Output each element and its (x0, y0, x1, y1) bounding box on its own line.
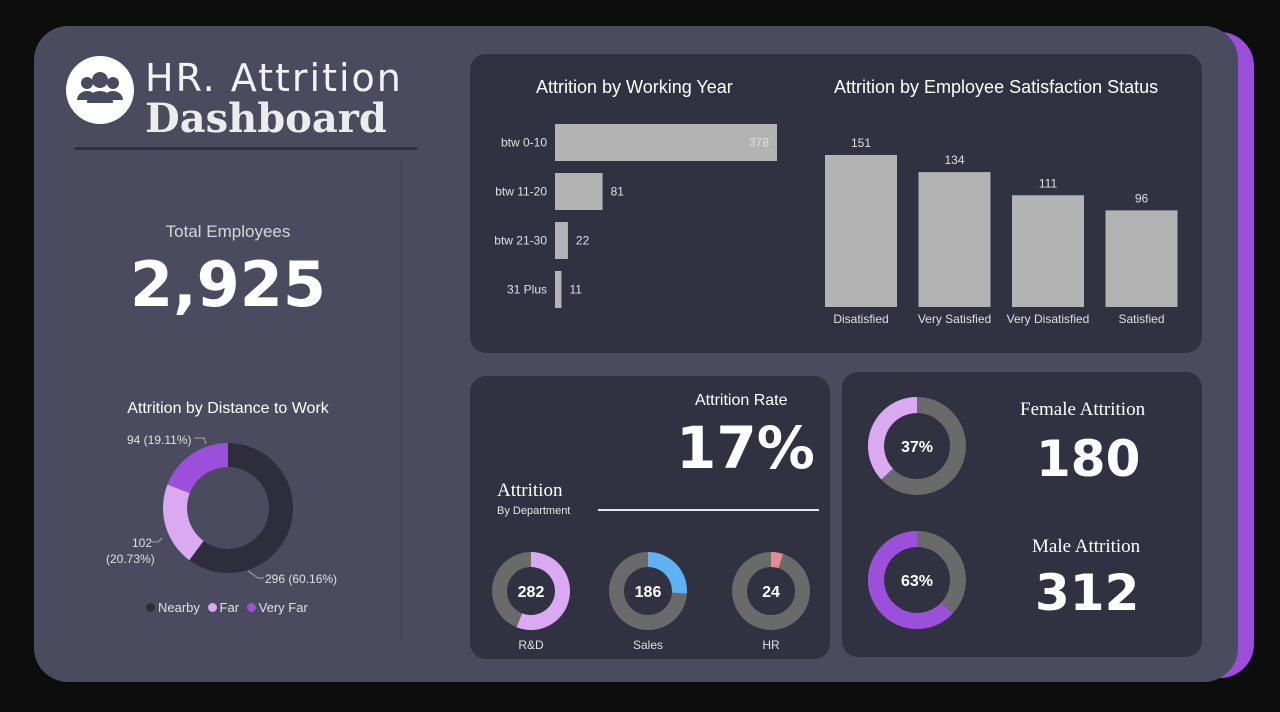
working-year-tick-label: btw 0-10 (501, 136, 547, 150)
working-year-tick-label: btw 11-20 (495, 185, 547, 199)
satisfaction-value-label: 151 (851, 136, 871, 150)
logo-title: HR. Attrition (145, 56, 403, 100)
department-title: Attrition (497, 480, 563, 501)
legend-label-very-far: Very Far (258, 600, 308, 615)
working-year-value-label: 81 (611, 185, 625, 199)
distance-slice-far (163, 484, 204, 561)
legend-label-far: Far (219, 600, 240, 615)
working-year-value-label: 378 (749, 136, 769, 150)
satisfaction-tick-label: Disatisfied (833, 312, 888, 326)
working-year-bar (555, 124, 777, 161)
working-year-bar-chart: btw 0-10 378 btw 11-20 81 btw 21-30 22 31 Plus… (494, 124, 777, 308)
satisfaction-value-label: 96 (1135, 191, 1149, 205)
working-year-tick-label: btw 21-30 (494, 234, 547, 248)
distance-chart-title: Attrition by Distance to Work (127, 400, 329, 417)
working-year-value-label: 11 (569, 283, 582, 297)
legend-item-nearby: Nearby (146, 600, 200, 615)
department-divider (598, 509, 819, 511)
department-subtitle: By Department (497, 505, 571, 517)
attrition-rate-label: Attrition Rate (695, 392, 788, 409)
gender-donut-charts: 37% 63% (868, 397, 966, 629)
satisfaction-tick-label: Very Satisfied (918, 312, 991, 326)
distance-label-far-count: 102 (132, 536, 152, 550)
department-value-sales: 186 (635, 584, 662, 601)
title-divider (75, 147, 417, 150)
legend-label-nearby: Nearby (158, 600, 200, 615)
legend-swatch-nearby (146, 603, 155, 612)
satisfaction-tick-label: Satisfied (1118, 312, 1164, 326)
male-attrition-label: Male Attrition (1032, 536, 1141, 557)
attrition-rate-value: 17% (676, 414, 815, 482)
satisfaction-tick-label: Very Disatisfied (1007, 312, 1090, 326)
total-employees-label: Total Employees (165, 222, 291, 241)
distance-label-nearby: 296 (60.16%) (265, 572, 337, 586)
distance-legend: Nearby Far Very Far (146, 600, 312, 615)
satisfaction-chart-title: Attrition by Employee Satisfaction Statu… (834, 77, 1159, 97)
department-value-hr: 24 (762, 584, 780, 601)
satisfaction-bar (1105, 210, 1178, 307)
satisfaction-bar (1012, 195, 1084, 307)
distance-label-very-far: 94 (19.11%) (127, 433, 191, 447)
left-column-divider (401, 160, 402, 640)
department-donut-charts: 282 R&D 186 Sales 24 HR (492, 552, 810, 652)
department-label-rd: R&D (518, 638, 544, 652)
satisfaction-value-label: 134 (944, 153, 964, 167)
distance-slice-very-far (167, 443, 228, 494)
total-employees-value: 2,925 (129, 248, 327, 321)
female-attrition-label: Female Attrition (1020, 399, 1146, 420)
satisfaction-bar (825, 155, 897, 307)
female-pct-label: 37% (901, 439, 933, 456)
logo-badge (66, 56, 134, 124)
legend-swatch-very-far (246, 603, 256, 612)
working-year-value-label: 22 (576, 234, 590, 248)
satisfaction-value-label: 111 (1039, 176, 1058, 190)
distance-label-far-pct: (20.73%) (106, 552, 155, 566)
satisfaction-bar (918, 172, 991, 307)
satisfaction-bar-chart: 151 Disatisfied 134 Very Satisfied 111 Very D… (825, 136, 1178, 326)
male-attrition-value: 312 (1035, 564, 1140, 622)
working-year-tick-label: 31 Plus (507, 283, 547, 297)
legend-item-far: Far (207, 600, 240, 615)
working-year-bar (555, 271, 562, 308)
female-attrition-value: 180 (1036, 430, 1141, 488)
department-label-hr: HR (762, 638, 780, 652)
legend-item-very-far: Very Far (246, 600, 308, 615)
working-year-chart-title: Attrition by Working Year (536, 77, 733, 97)
working-year-bar (555, 222, 568, 259)
male-pct-label: 63% (901, 573, 933, 590)
department-label-sales: Sales (633, 638, 663, 652)
working-year-bar (555, 173, 603, 210)
department-value-rd: 282 (518, 584, 545, 601)
legend-swatch-far (207, 603, 217, 612)
logo-subtitle: Dashboard (145, 95, 387, 142)
people-group-icon (77, 72, 123, 103)
distance-donut-chart: 94 (19.11%) 102 (20.73%) 296 (60.16%) (106, 433, 337, 586)
